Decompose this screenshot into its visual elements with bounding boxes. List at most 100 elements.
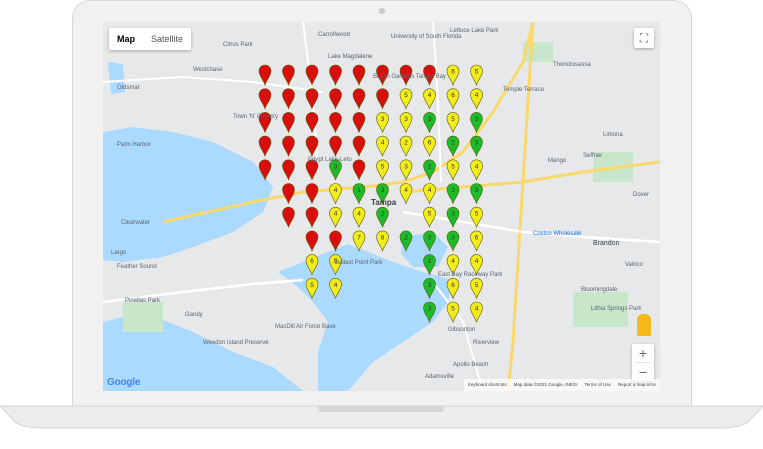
map-pin-rank: 5 [451, 306, 455, 313]
fullscreen-icon[interactable]: ⛶ [634, 28, 654, 48]
map-pin-rank: 5 [475, 211, 479, 218]
place-label: Weedon Island Preserve [203, 340, 269, 346]
report-error-link[interactable]: Report a map error [618, 379, 656, 391]
map-pin-rank: 3 [404, 116, 408, 123]
place-label: Busch Gardens Tampa Bay [373, 74, 446, 80]
place-label: Apollo Beach [453, 362, 489, 368]
map-pin-rank: 2 [404, 140, 408, 147]
map-pin-rank: 3 [428, 116, 432, 123]
park-southwest [123, 302, 163, 332]
map-pin-rank: 6 [475, 234, 479, 241]
google-logo: Google [107, 377, 141, 388]
place-label: Mango [548, 158, 567, 164]
place-label: Carrollwood [318, 32, 351, 38]
map-pin-rank: 3 [475, 187, 479, 194]
map-screen[interactable]: 6 5 5 4 6 4 3 3 3 5 3 4 2 6 2 3 3 5 3 2 5 4 4 1 3 4 4 3 3 4 4 2 5 3 5 7 8 2 3 3… [103, 22, 660, 391]
map-pin-rank: 4 [334, 187, 338, 194]
place-label: Town 'N' Country [233, 114, 278, 120]
map-type-map-button[interactable]: Map [109, 28, 143, 50]
map-pin-rank: 4 [475, 163, 479, 170]
map-pin-rank: 3 [334, 163, 338, 170]
place-label: East Bay Raceway Park [438, 272, 503, 278]
map-pin-rank: 5 [451, 116, 455, 123]
map-pin-rank: 5 [451, 163, 455, 170]
place-label: Gibsonton [448, 327, 476, 333]
place-label: Brandon [593, 240, 620, 247]
map-pin-rank: 3 [475, 116, 479, 123]
place-label: Gandy [185, 312, 203, 318]
map-pin-rank: 4 [428, 92, 432, 99]
place-label: Citrus Park [223, 42, 253, 48]
place-label: Seffner [583, 153, 603, 159]
place-label: Westchase [193, 67, 223, 73]
place-label: Temple Terrace [503, 87, 544, 93]
place-label: Bloomingdale [581, 287, 618, 293]
keyboard-shortcuts-link[interactable]: Keyboard shortcuts [468, 379, 507, 391]
map-pin-rank: 3 [381, 116, 385, 123]
place-label: Clearwater [121, 220, 151, 226]
map-pin-rank: 5 [381, 163, 385, 170]
map-pin-rank: 3 [404, 163, 408, 170]
place-label: Costco Wholesale [533, 231, 582, 237]
map-pin-rank: 5 [475, 69, 479, 76]
map-pin-rank: 3 [428, 306, 432, 313]
map-pin-rank: 6 [428, 140, 432, 147]
map-pin-rank: 3 [451, 211, 455, 218]
map-data-text: Map data ©2021 Google, INEGI [513, 382, 578, 387]
map-pin-rank: 4 [475, 92, 479, 99]
map-pin-rank: 3 [381, 187, 385, 194]
place-label: Thonotosassa [553, 62, 591, 68]
place-label: Pinellas Park [125, 298, 161, 304]
place-label: University of South Florida [391, 34, 462, 40]
place-label: Lake Magdalene [328, 54, 373, 60]
place-label: Feather Sound [117, 264, 157, 270]
map-pin-rank: 3 [428, 234, 432, 241]
camera-icon [379, 8, 385, 14]
place-label: Egypt Lake-Leto [308, 157, 352, 163]
laptop-base [0, 405, 763, 429]
map-pin-rank: 1 [357, 187, 361, 194]
place-label: Oldsmar [117, 85, 140, 91]
place-label: Valrico [625, 262, 643, 268]
map-pin-rank: 3 [451, 234, 455, 241]
place-label: Lithia Springs Park [591, 306, 642, 312]
map-pin-rank: 2 [451, 140, 455, 147]
map-pin-rank: 2 [428, 258, 432, 265]
map-pin-rank: 5 [310, 282, 314, 289]
place-label: Limona [603, 132, 623, 138]
map-pin-rank: 4 [475, 258, 479, 265]
place-label: MacDill Air Force Base [275, 324, 336, 330]
map-pin-rank: 8 [381, 234, 385, 241]
map-pin-rank: 4 [334, 211, 338, 218]
map-pin-rank: 4 [428, 187, 432, 194]
map-pin-rank: 6 [310, 258, 314, 265]
map-pin-rank: 6 [451, 69, 455, 76]
place-label: Dover [633, 192, 650, 198]
map-type-control: Map Satellite [109, 28, 192, 50]
map-pin-rank: 5 [428, 211, 432, 218]
map-pin-rank: 4 [357, 211, 361, 218]
map-pin-rank: 5 [475, 282, 479, 289]
map-pin-rank: 6 [451, 282, 455, 289]
map-pin-rank: 4 [404, 187, 408, 194]
place-label: Ballast Point Park [335, 260, 383, 266]
pegman-icon[interactable] [637, 314, 651, 336]
map-pin-rank: 3 [475, 140, 479, 147]
map-pin-rank: 5 [404, 92, 408, 99]
map-pin-rank: 3 [451, 187, 455, 194]
map-pin-rank: 6 [451, 92, 455, 99]
zoom-in-button[interactable]: + [632, 344, 654, 362]
place-label: Largo [111, 250, 127, 256]
place-label: Tampa [371, 198, 397, 207]
map-pin-rank: 2 [404, 234, 408, 241]
map-pin-rank: 2 [428, 163, 432, 170]
place-label: Riverview [473, 340, 500, 346]
terms-link[interactable]: Terms of Use [584, 379, 611, 391]
map-pin-rank: 4 [334, 282, 338, 289]
map-pin-rank: 4 [475, 306, 479, 313]
map-attribution: Keyboard shortcuts Map data ©2021 Google… [463, 379, 660, 391]
map-pin-rank: 2 [381, 211, 385, 218]
map-type-satellite-button[interactable]: Satellite [143, 28, 191, 50]
zoom-control: + − [632, 344, 654, 381]
map-pin-rank: 4 [451, 258, 455, 265]
